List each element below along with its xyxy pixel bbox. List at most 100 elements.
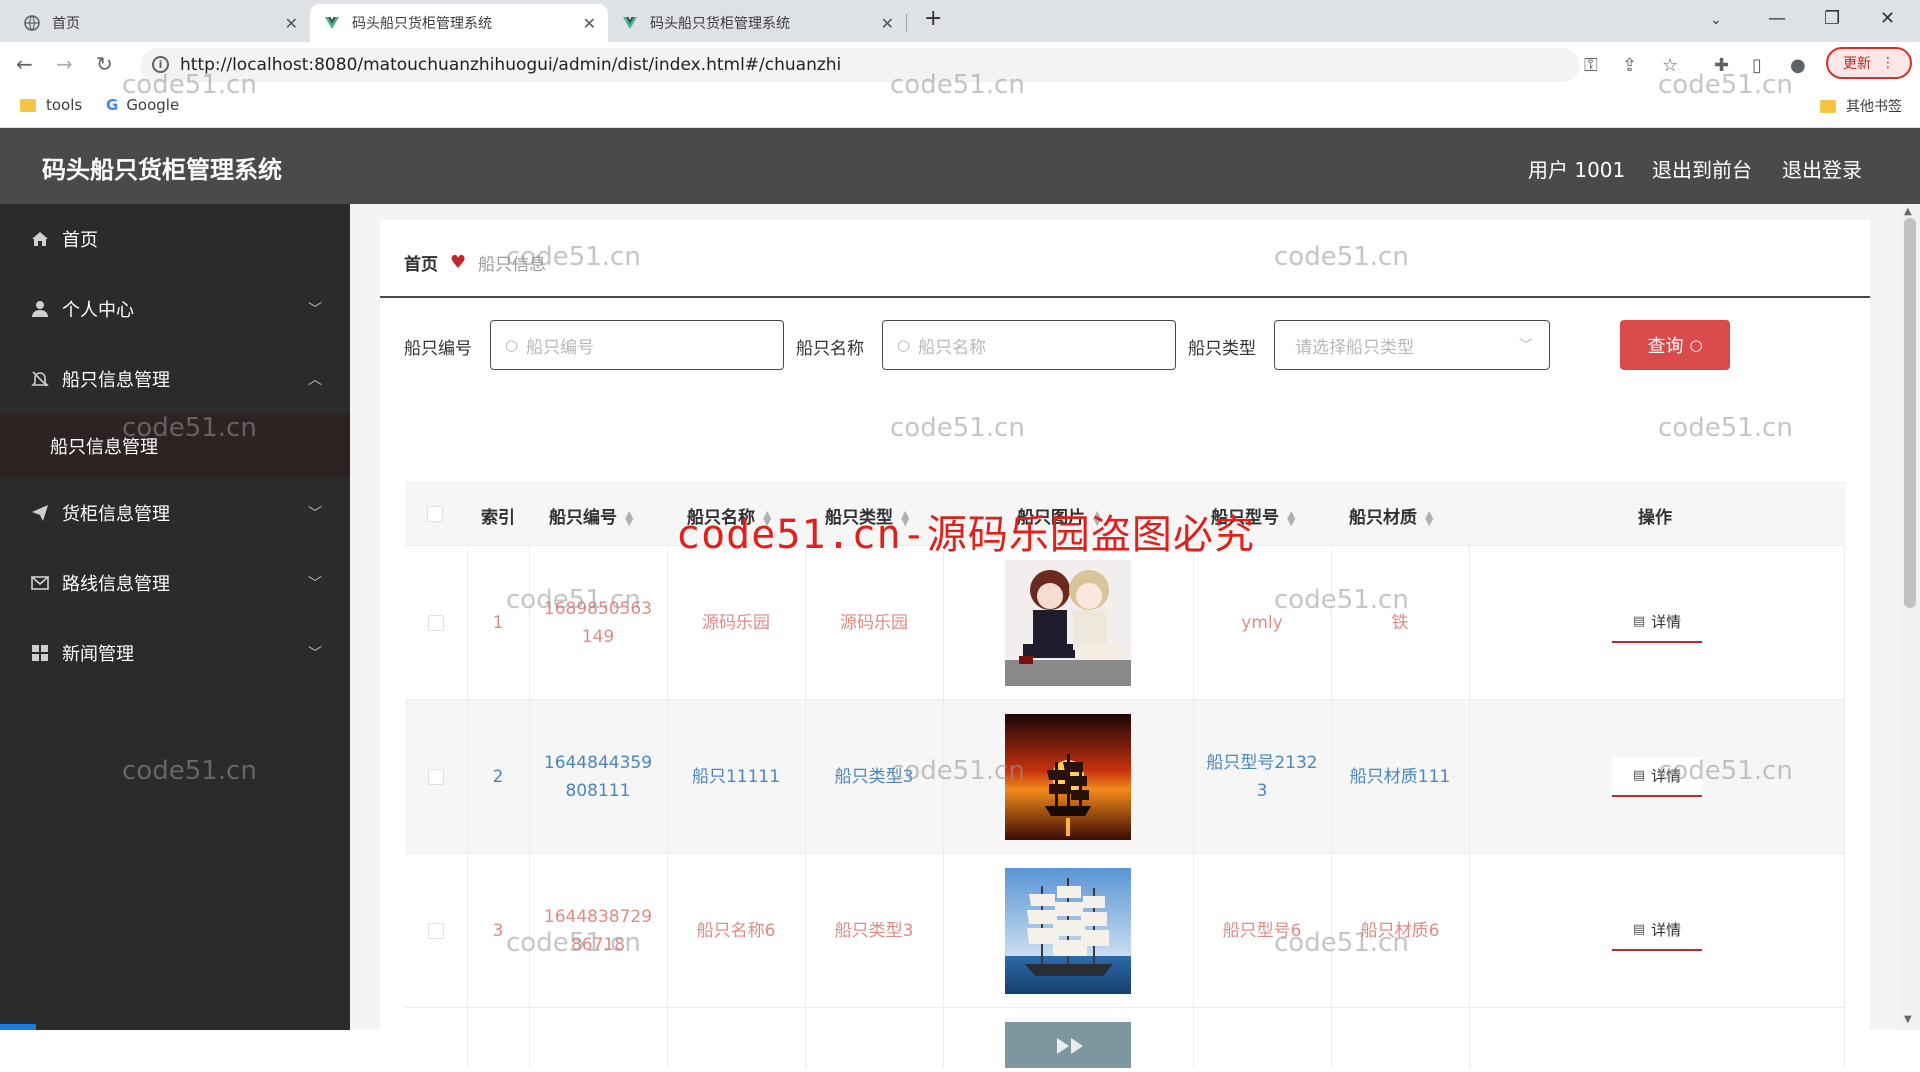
share-icon[interactable]: ⇪ [1622,55,1637,76]
row-checkbox[interactable] [428,923,444,939]
folder-icon [1820,99,1836,113]
type-cell: 源码乐园 [840,613,908,633]
close-icon[interactable]: ✕ [285,14,298,33]
column-header-actions: 操作 [1638,508,1672,528]
name-cell: 船只11111 [691,767,781,787]
close-icon[interactable]: ✕ [583,14,596,33]
chevron-down-icon: ﹀ [1519,338,1533,354]
column-divider [1844,1008,1845,1068]
bookmark-label: tools [46,96,83,114]
user-icon [30,299,50,319]
sidebar-item-label: 首页 [62,230,98,251]
column-divider [1469,546,1470,699]
row-checkbox[interactable] [428,615,444,631]
close-icon[interactable]: ✕ [881,14,894,33]
watermark: code51.cn [1658,756,1793,786]
column-divider [805,546,806,699]
detail-label: 详情 [1651,921,1682,939]
bookmark-tools[interactable]: tools [20,96,82,114]
breadcrumb-home[interactable]: 首页 [404,250,438,275]
back-icon[interactable]: ← [16,52,33,76]
scroll-thumb[interactable] [1904,218,1916,608]
sidebar: 首页 个人中心 ﹀ 船只信息管理 ︿ 船只信息管理 货柜信息管理 ﹀ 路线信息管… [0,204,350,1030]
chevron-down-icon: ﹀ [308,646,322,662]
ship-image[interactable] [1005,1022,1131,1068]
table-row: 2 1644844359 808111 船只11111 船只类型3 船只型号21… [405,700,1845,854]
column-header-material[interactable]: 船只材质 ▲ ▼ [1349,503,1433,528]
sidebar-item-home[interactable]: 首页 [0,204,350,274]
forward-icon[interactable]: → [56,52,73,76]
close-window-button[interactable]: ✕ [1880,8,1895,29]
row-checkbox-cell [405,700,467,854]
number-line: 808111 [565,781,631,801]
search-icon: ○ [505,336,519,354]
search-icon: ○ [1689,336,1703,354]
column-divider [1469,700,1470,853]
ship-type-select[interactable]: 请选择船只类型 ﹀ [1274,320,1550,370]
user-link[interactable]: 用户 1001 [1528,154,1625,183]
browser-tab-3[interactable]: 码头船只货柜管理系统 ✕ [608,4,906,42]
column-divider [1331,546,1332,699]
heart-icon: ♥ [450,252,467,273]
column-divider [467,546,468,699]
watermark: code51.cn [890,70,1025,100]
sidebar-item-label: 路线信息管理 [62,574,170,595]
tab-search-icon[interactable]: ⌄ [1710,12,1722,28]
sidebar-item-label: 船只信息管理 [62,370,170,391]
chevron-down-icon: ﹀ [308,302,322,318]
column-divider [529,700,530,853]
sort-icon[interactable]: ▲ ▼ [1287,509,1295,527]
column-divider [805,1008,806,1068]
sidebar-item-route-info[interactable]: 路线信息管理 ﹀ [0,548,350,618]
home-icon [30,229,50,249]
select-all-checkbox[interactable] [427,506,443,522]
model-cell: ymly [1193,546,1331,700]
detail-button[interactable]: ▤ 详情 [1612,603,1702,643]
column-divider [1844,854,1845,1007]
sidebar-item-ship-info[interactable]: 船只信息管理 ︿ [0,344,350,414]
restore-button[interactable]: ❐ [1824,8,1840,29]
back-to-front-link[interactable]: 退出到前台 [1652,154,1752,183]
model-cell: 船只型号2132 3 [1193,700,1331,854]
column-divider [1844,546,1845,699]
watermark: code51.cn [506,928,641,958]
browser-tab-strip: 首页 ✕ 码头船只货柜管理系统 ✕ 码头船只货柜管理系统 ✕ + ⌄ — ❐ ✕ [0,0,1920,42]
row-checkbox[interactable] [428,769,444,785]
chevron-down-icon: ﹀ [308,506,322,522]
browser-tab-1[interactable]: 首页 ✕ [10,4,310,42]
browser-tab-2[interactable]: 码头船只货柜管理系统 ✕ [310,4,608,42]
sidebar-item-container-info[interactable]: 货柜信息管理 ﹀ [0,478,350,548]
detail-button[interactable]: ▤ 详情 [1612,911,1702,951]
ship-number-input[interactable]: ○ 船只编号 [490,320,784,370]
bookmark-other[interactable]: 其他书签 [1820,96,1902,116]
ship-image[interactable] [1005,560,1131,686]
new-tab-button[interactable]: + [924,6,942,31]
mail-icon [30,573,50,593]
ship-name-input[interactable]: ○ 船只名称 [882,320,1176,370]
column-divider [1844,700,1845,853]
column-divider [667,854,668,1007]
google-icon: G [106,96,119,114]
reload-icon[interactable]: ↻ [96,52,113,76]
update-button[interactable]: 更新 ⋮ [1826,47,1912,79]
ship-image[interactable] [1005,868,1131,994]
query-button[interactable]: 查询 ○ [1620,320,1730,370]
key-icon[interactable]: ⚿ [1584,55,1598,76]
sidebar-item-profile[interactable]: 个人中心 ﹀ [0,274,350,344]
ship-type-label: 船只类型 [1188,339,1256,359]
sort-icon[interactable]: ▲ ▼ [625,509,633,527]
logout-link[interactable]: 退出登录 [1782,154,1862,183]
sidebar-item-label: 货柜信息管理 [62,504,170,525]
column-header-number[interactable]: 船只编号 ▲ ▼ [549,503,633,528]
column-divider [943,1008,944,1068]
url-input[interactable]: i http://localhost:8080/matouchuanzhihuo… [140,48,1580,82]
browser-tab-title: 首页 [52,16,80,32]
globe-icon [24,15,40,31]
page-scrollbar[interactable]: ▲ ▼ [1900,204,1920,1030]
scroll-up-icon[interactable]: ▲ [1904,206,1912,217]
scroll-down-icon[interactable]: ▼ [1904,1014,1912,1025]
tab-separator [906,14,907,32]
sort-icon[interactable]: ▲ ▼ [1425,509,1433,527]
minimize-button[interactable]: — [1768,8,1786,29]
sidebar-item-news[interactable]: 新闻管理 ﹀ [0,618,350,688]
